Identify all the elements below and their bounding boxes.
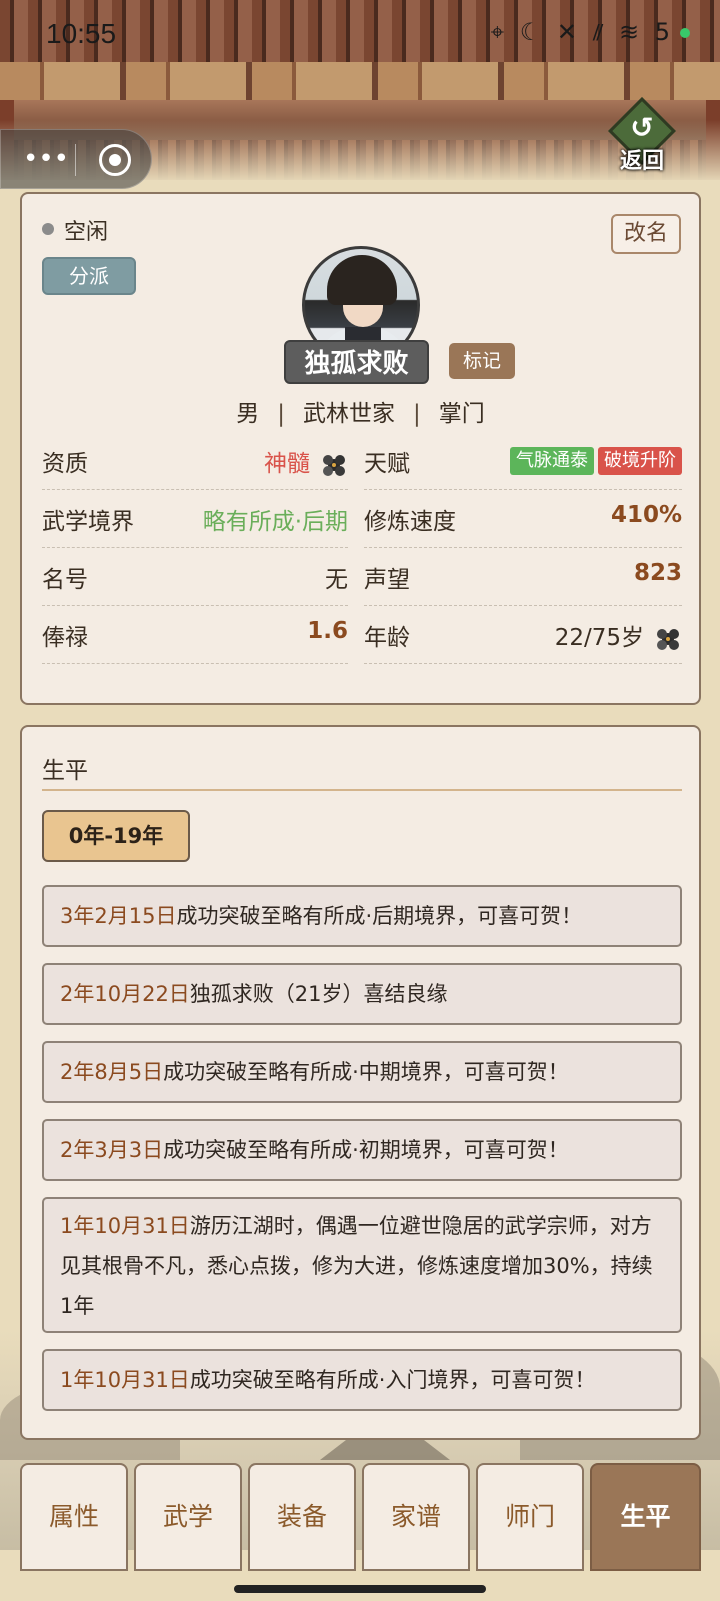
event-item: 2年8月5日成功突破至略有所成·中期境界，可喜可贺！ [42, 1041, 682, 1103]
miniapp-capsule: ••• [0, 129, 152, 189]
stat-label: 年龄 [364, 625, 410, 651]
stat-talent: 天赋 气脉通泰 破境升阶 [364, 432, 682, 490]
back-arrow-icon: ↺ [630, 111, 654, 144]
status-icons-text: ⌖ ☾ ✕ ⫽ ≋ 5 [490, 18, 674, 46]
stat-prestige: 声望 823 [364, 548, 682, 606]
rename-button[interactable]: 改名 [611, 214, 681, 254]
capsule-divider [75, 144, 76, 176]
privacy-dot-icon [680, 28, 690, 38]
tab-martial-arts[interactable]: 武学 [134, 1463, 242, 1571]
event-date: 2年8月5日 [60, 1060, 164, 1084]
event-item: 1年10月31日游历江湖时，偶遇一位避世隐居的武学宗师，对方见其根骨不凡，悉心点… [42, 1197, 682, 1333]
event-date: 1年10月31日 [60, 1368, 190, 1392]
separator: | [413, 401, 421, 427]
biography-card: 生平 0年-19年 3年2月15日成功突破至略有所成·后期境界，可喜可贺！ 2年… [20, 725, 701, 1440]
stat-label: 名号 [42, 567, 88, 593]
stat-value: 22/75岁 [555, 618, 682, 652]
status-dot-icon [42, 223, 54, 235]
gender: 男 [236, 401, 260, 427]
salary-value: 1.6 [307, 618, 348, 644]
prestige-value: 823 [633, 560, 682, 586]
stat-aptitude: 资质 神髓 [42, 432, 348, 490]
character-name: 独孤求败 [284, 340, 429, 384]
event-date: 2年3月3日 [60, 1138, 164, 1162]
event-text: 成功突破至略有所成·初期境界，可喜可贺！ [163, 1138, 569, 1162]
stat-label: 俸禄 [42, 625, 88, 651]
stat-label: 武学境界 [42, 509, 134, 535]
tab-family-tree[interactable]: 家谱 [362, 1463, 470, 1571]
more-icon[interactable]: ••• [23, 144, 69, 174]
status-time: 10:55 [46, 18, 117, 49]
event-item: 2年10月22日独孤求败（21岁）喜结良缘 [42, 963, 682, 1025]
status-bar: 10:55 ⌖ ☾ ✕ ⫽ ≋ 5 [0, 0, 720, 68]
stat-label: 资质 [42, 451, 88, 477]
tab-biography[interactable]: 生平 [590, 1463, 701, 1571]
event-item: 1年10月31日成功突破至略有所成·入门境界，可喜可贺！ [42, 1349, 682, 1411]
event-date: 3年2月15日 [60, 904, 177, 928]
event-text: 成功突破至略有所成·中期境界，可喜可贺！ [163, 1060, 569, 1084]
bottom-tab-bar: 属性 武学 装备 家谱 师门 生平 [20, 1463, 701, 1571]
stat-label: 天赋 [364, 451, 410, 477]
status-icons: ⌖ ☾ ✕ ⫽ ≋ 5 [491, 18, 690, 46]
stat-label: 声望 [364, 567, 410, 593]
event-date: 2年10月22日 [60, 982, 190, 1006]
tab-attributes[interactable]: 属性 [20, 1463, 128, 1571]
event-item: 2年3月3日成功突破至略有所成·初期境界，可喜可贺！ [42, 1119, 682, 1181]
home-indicator[interactable] [234, 1585, 486, 1593]
age-value: 22/75岁 [554, 625, 644, 651]
speed-value: 410% [610, 502, 682, 528]
stat-value: 神髓 [264, 444, 348, 478]
ink-flower-icon[interactable] [654, 626, 682, 652]
stat-label: 修炼速度 [364, 509, 456, 535]
origin: 武林世家 [303, 401, 395, 427]
stat-title: 名号 无 [42, 548, 348, 606]
profile-card: 空闲 分派 改名 独孤求败 标记 男 | 武林世家 | 掌门 资质 神髓 天赋 气脉通泰… [20, 192, 701, 705]
talent-tag[interactable]: 气脉通泰 [510, 447, 594, 475]
back-button[interactable]: ↺ 返回 [606, 97, 678, 174]
stat-age: 年龄 22/75岁 [364, 606, 682, 664]
avatar-hair [327, 255, 397, 305]
identity-line: 男 | 武林世家 | 掌门 [22, 394, 699, 428]
realm-value: 略有所成·后期 [202, 509, 348, 535]
event-date: 1年10月31日 [60, 1214, 190, 1238]
section-title: 生平 [42, 758, 88, 784]
role: 掌门 [438, 401, 485, 427]
stat-salary: 俸禄 1.6 [42, 606, 348, 664]
aptitude-value: 神髓 [264, 451, 310, 477]
year-range-button[interactable]: 0年-19年 [42, 810, 190, 862]
close-target-icon[interactable] [99, 144, 131, 176]
talent-tag[interactable]: 破境升阶 [598, 447, 682, 475]
tab-equipment[interactable]: 装备 [248, 1463, 356, 1571]
section-divider [42, 789, 682, 791]
status-text: 空闲 [64, 220, 109, 245]
ink-flower-icon[interactable] [320, 452, 348, 478]
title-value: 无 [325, 567, 348, 593]
event-text: 独孤求败（21岁）喜结良缘 [189, 982, 448, 1006]
event-text: 成功突破至略有所成·后期境界，可喜可贺！ [176, 904, 583, 928]
tab-school[interactable]: 师门 [476, 1463, 584, 1571]
back-label: 返回 [619, 149, 664, 174]
separator: | [277, 401, 285, 427]
event-text: 成功突破至略有所成·入门境界，可喜可贺！ [189, 1368, 596, 1392]
faction-button[interactable]: 分派 [42, 257, 136, 295]
mark-button[interactable]: 标记 [449, 343, 515, 379]
stat-speed: 修炼速度 410% [364, 490, 682, 548]
stat-realm: 武学境界 略有所成·后期 [42, 490, 348, 548]
event-item: 3年2月15日成功突破至略有所成·后期境界，可喜可贺！ [42, 885, 682, 947]
talent-tags: 气脉通泰 破境升阶 [510, 446, 682, 475]
